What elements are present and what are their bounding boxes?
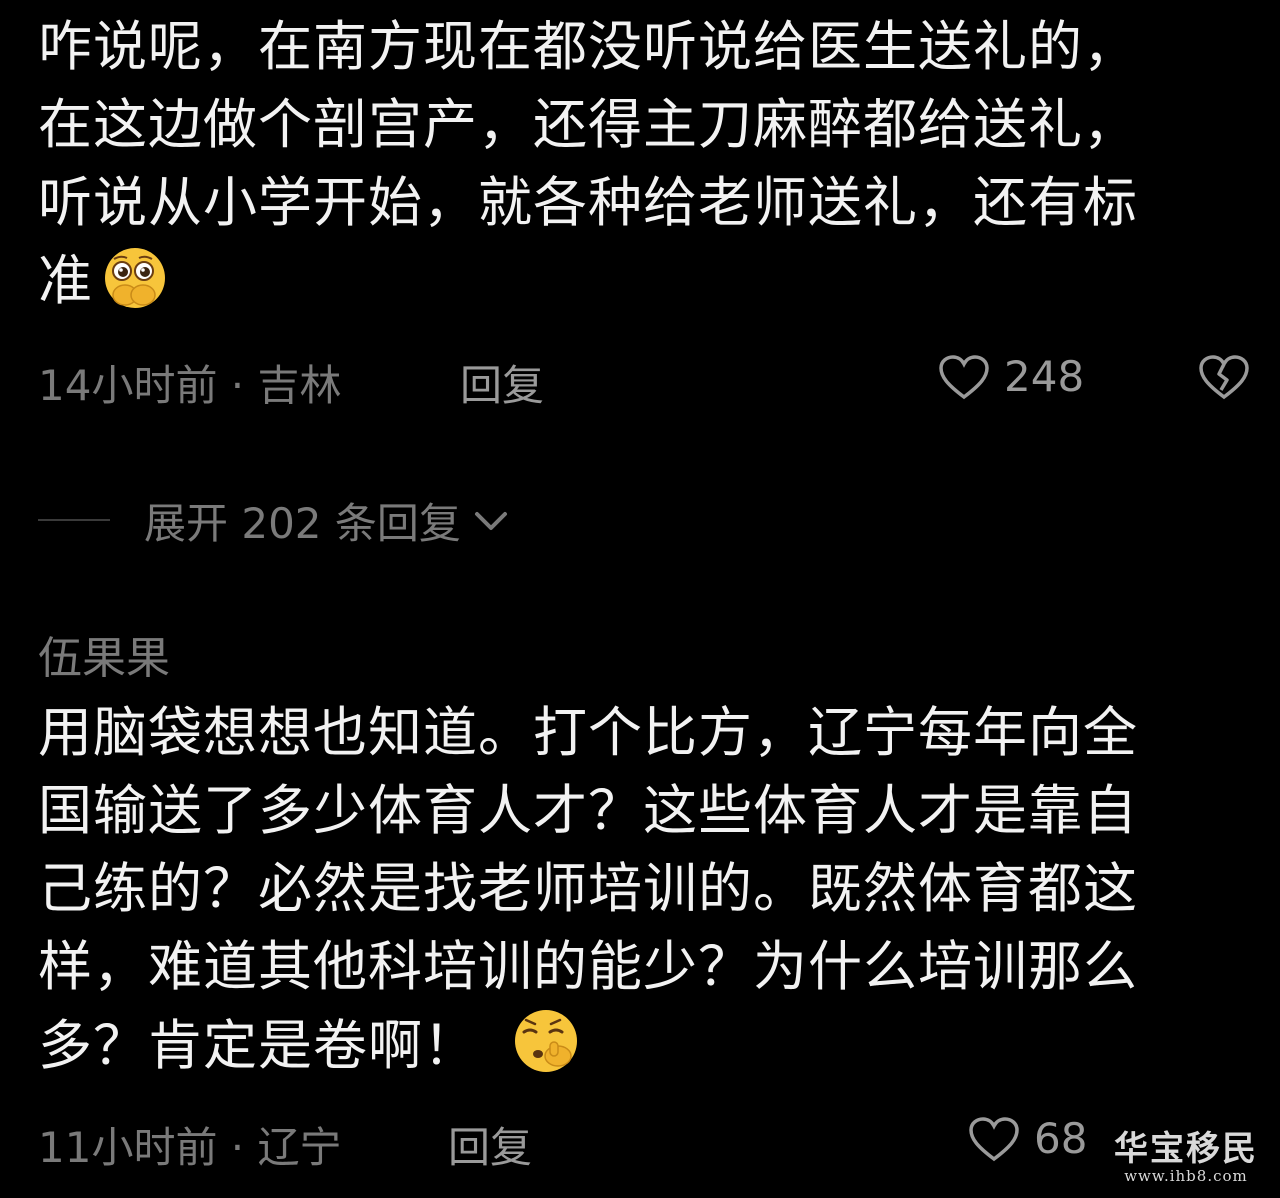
- comment-text-line: 己练的？必然是找老师培训的。既然体育都这: [38, 857, 1138, 920]
- comment-text-line: 国输送了多少体育人才？这些体育人才是靠自: [38, 779, 1138, 842]
- hand-over-mouth-pleading-emoji-icon: [99, 245, 171, 332]
- heart-icon: [969, 1116, 1019, 1161]
- reply-button[interactable]: 回复: [460, 352, 544, 413]
- watermark-title: 华宝移民: [1114, 1129, 1258, 1169]
- like-button[interactable]: 68: [968, 1114, 1087, 1163]
- reply-button[interactable]: 回复: [448, 1114, 532, 1175]
- expand-replies-label: 展开 202 条回复: [144, 498, 461, 548]
- comment-text-line: 用脑袋想想也知道。打个比方，辽宁每年向全: [38, 701, 1138, 764]
- comment-2-meta: 11小时前 · 辽宁 回复 68: [38, 1114, 1250, 1174]
- site-watermark-logo: 华宝移民 www.ihb8.com: [1114, 1130, 1258, 1184]
- comment-text-line-last: 准: [38, 242, 1238, 332]
- comment-text-line: 听说从小学开始，就各种给老师送礼，还有标: [38, 171, 1138, 234]
- like-count: 68: [1034, 1114, 1088, 1163]
- comment-2-text: 用脑袋想想也知道。打个比方，辽宁每年向全 国输送了多少体育人才？这些体育人才是靠…: [38, 694, 1238, 1097]
- chevron-down-icon: [474, 512, 507, 530]
- like-button[interactable]: 248: [938, 352, 1084, 401]
- divider: [38, 519, 110, 521]
- comment-text-line-last: 多？肯定是卷啊！: [38, 1006, 1238, 1097]
- comment-time-location: 14小时前 · 吉林: [38, 361, 342, 410]
- comment-1-meta: 14小时前 · 吉林 回复 248: [38, 352, 1250, 412]
- watermark-url: www.ihb8.com: [1124, 1167, 1248, 1185]
- like-count: 248: [1004, 352, 1085, 401]
- dislike-button[interactable]: [1198, 354, 1250, 410]
- comment-text-fragment: 多？肯定是卷啊！: [38, 1014, 478, 1077]
- comment-text-line: 样，难道其他科培训的能少？为什么培训那么: [38, 935, 1138, 998]
- expand-replies-button[interactable]: 展开 202 条回复: [38, 490, 511, 550]
- shushing-face-emoji-icon: [508, 1006, 584, 1097]
- broken-heart-icon: [1199, 355, 1249, 400]
- comment-time-location: 11小时前 · 辽宁: [38, 1123, 342, 1172]
- comment-1-text: 咋说呢，在南方现在都没听说给医生送礼的， 在这边做个剖宫产，还得主刀麻醉都给送礼…: [38, 8, 1238, 332]
- comment-text-line: 在这边做个剖宫产，还得主刀麻醉都给送礼，: [38, 93, 1138, 156]
- comment-2-username[interactable]: 伍果果: [38, 622, 170, 686]
- heart-icon: [939, 354, 989, 399]
- comment-text-fragment: 准: [38, 249, 93, 312]
- comment-text-line: 咋说呢，在南方现在都没听说给医生送礼的，: [38, 15, 1138, 78]
